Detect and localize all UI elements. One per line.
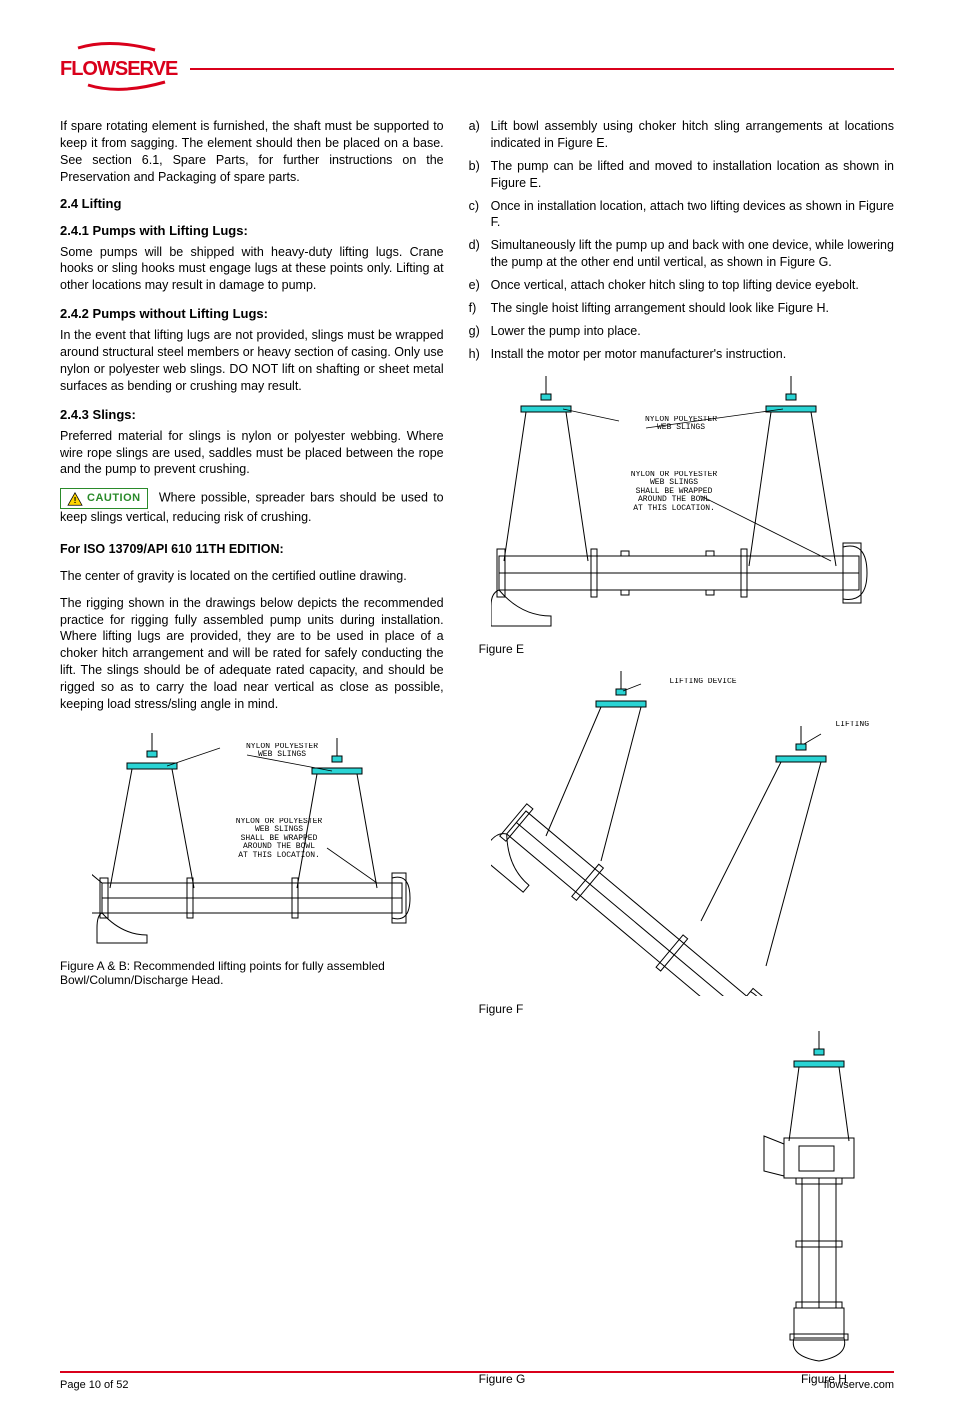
footer-url: flowserve.com xyxy=(824,1379,894,1391)
api-610-heading: For ISO 13709/API 610 11TH EDITION: xyxy=(60,541,444,558)
figure-e: NYLON POLYESTER WEB SLINGS NYLON OR POLY… xyxy=(469,371,894,656)
diagram-label-ld2: LIFTING DEVICE xyxy=(809,721,871,729)
figure-a-b-caption: Figure A & B: Recommended lifting points… xyxy=(60,959,444,987)
para-2-4-3: Preferred material for slings is nylon o… xyxy=(60,428,444,479)
step-text: Lift bowl assembly using choker hitch sl… xyxy=(491,118,894,152)
logo-text: FLOWSERVE xyxy=(60,58,178,80)
diagram-label-ld1: LIFTING DEVICE xyxy=(643,678,763,686)
caution-block: ! CAUTION Where possible, spreader bars … xyxy=(60,488,444,526)
step-marker: d) xyxy=(469,237,491,271)
step-marker: b) xyxy=(469,158,491,192)
figure-h: Figure H xyxy=(744,1026,894,1386)
step-marker: f) xyxy=(469,300,491,317)
step-text: Install the motor per motor manufacturer… xyxy=(491,346,894,363)
procedure-step: c)Once in installation location, attach … xyxy=(469,198,894,232)
figure-e-caption: Figure E xyxy=(479,642,894,656)
caution-badge: ! CAUTION xyxy=(60,488,148,509)
footer-rule xyxy=(60,1371,894,1373)
figure-f-caption: Figure F xyxy=(479,1002,894,1016)
flowserve-logo: FLOWSERVE xyxy=(60,40,185,98)
page-header: FLOWSERVE xyxy=(60,40,894,98)
warning-triangle-icon: ! xyxy=(67,492,83,506)
section-2-4: 2.4 Lifting xyxy=(60,196,444,211)
procedure-step: f)The single hoist lifting arrangement s… xyxy=(469,300,894,317)
figure-a-b: NYLON POLYESTER WEB SLINGS NYLON OR POLY… xyxy=(60,723,444,987)
procedure-step: d)Simultaneously lift the pump up and ba… xyxy=(469,237,894,271)
step-text: Lower the pump into place. xyxy=(491,323,894,340)
right-column: a)Lift bowl assembly using choker hitch … xyxy=(469,118,894,1386)
procedure-step: a)Lift bowl assembly using choker hitch … xyxy=(469,118,894,152)
step-text: Once in installation location, attach tw… xyxy=(491,198,894,232)
step-marker: c) xyxy=(469,198,491,232)
diagram-label-note-e: NYLON OR POLYESTER WEB SLINGS SHALL BE W… xyxy=(599,471,749,513)
step-text: The pump can be lifted and moved to inst… xyxy=(491,158,894,192)
caution-label: CAUTION xyxy=(87,491,141,506)
para-2-4-2: In the event that lifting lugs are not p… xyxy=(60,327,444,395)
procedure-step: e)Once vertical, attach choker hitch sli… xyxy=(469,277,894,294)
step-text: Simultaneously lift the pump up and back… xyxy=(491,237,894,271)
section-2-4-1: 2.4.1 Pumps with Lifting Lugs: xyxy=(60,223,444,238)
diagram-label-slings: NYLON POLYESTER WEB SLINGS xyxy=(222,743,342,760)
diagram-label-slings-e: NYLON POLYESTER WEB SLINGS xyxy=(621,416,741,433)
step-marker: e) xyxy=(469,277,491,294)
procedure-step: h)Install the motor per motor manufactur… xyxy=(469,346,894,363)
page-footer: Page 10 of 52 flowserve.com xyxy=(60,1371,894,1391)
svg-text:!: ! xyxy=(74,495,77,505)
footer-page-number: Page 10 of 52 xyxy=(60,1379,129,1391)
section-2-4-3: 2.4.3 Slings: xyxy=(60,407,444,422)
step-text: Once vertical, attach choker hitch sling… xyxy=(491,277,894,294)
step-text: The single hoist lifting arrangement sho… xyxy=(491,300,894,317)
list-ef: a)Lift bowl assembly using choker hitch … xyxy=(469,118,894,363)
procedure-step: b)The pump can be lifted and moved to in… xyxy=(469,158,894,192)
api-610-b: The rigging shown in the drawings below … xyxy=(60,595,444,713)
api-610-a: The center of gravity is located on the … xyxy=(60,568,444,585)
procedure-step: g)Lower the pump into place. xyxy=(469,323,894,340)
diagram-label-note: NYLON OR POLYESTER WEB SLINGS SHALL BE W… xyxy=(204,818,354,860)
header-rule xyxy=(190,68,894,70)
left-column: If spare rotating element is furnished, … xyxy=(60,118,444,1386)
intro-paragraph: If spare rotating element is furnished, … xyxy=(60,118,444,186)
para-2-4-1: Some pumps will be shipped with heavy-du… xyxy=(60,244,444,295)
figure-f: LIFTING DEVICE LIFTING DEVICE Figure F xyxy=(469,666,894,1016)
step-marker: a) xyxy=(469,118,491,152)
step-marker: h) xyxy=(469,346,491,363)
section-2-4-2: 2.4.2 Pumps without Lifting Lugs: xyxy=(60,306,444,321)
step-marker: g) xyxy=(469,323,491,340)
